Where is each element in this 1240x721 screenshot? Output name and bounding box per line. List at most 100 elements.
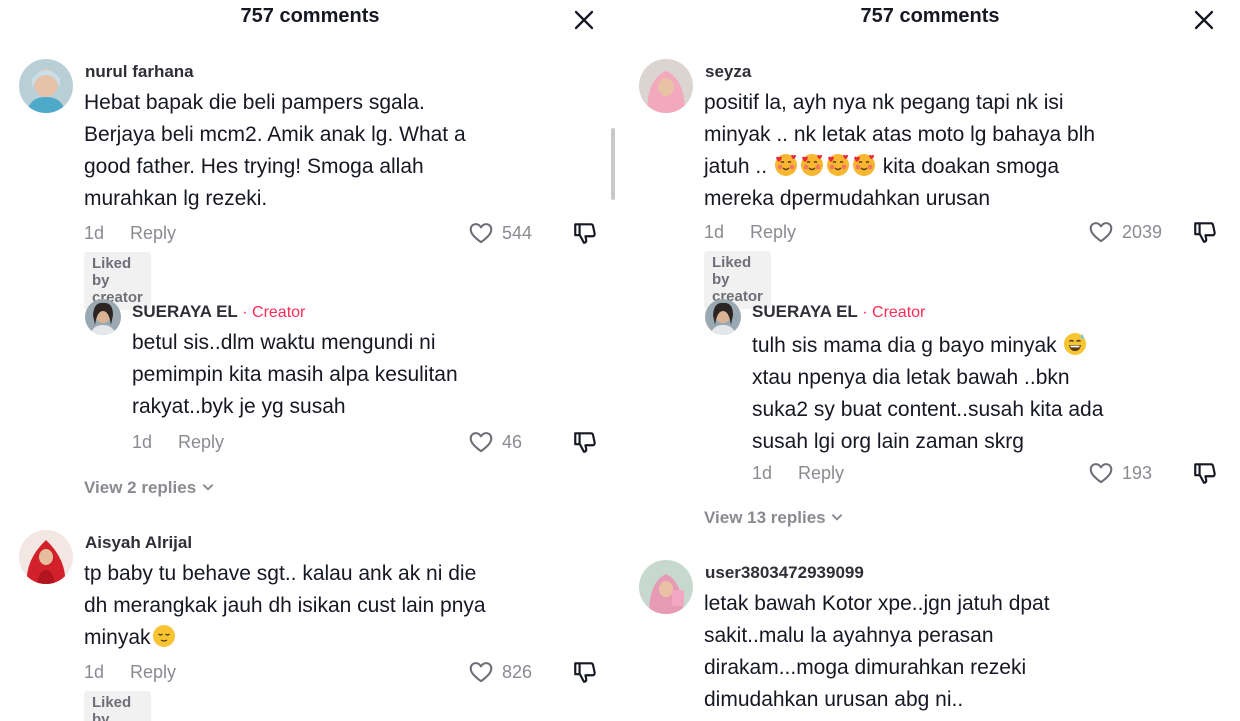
creator-username[interactable]: SUERAYA EL — [752, 302, 858, 321]
avatar[interactable] — [639, 59, 693, 113]
comment-line: betul sis..dlm waktu mengundi ni — [132, 331, 436, 354]
comment-line: minyak — [84, 622, 584, 654]
comment-text: tulh sis mama dia g bayo minyak xtau npe… — [752, 330, 1202, 458]
comment-line: susah lgi org lain zaman skrg — [752, 430, 1024, 453]
reply-button[interactable]: Reply — [130, 223, 176, 243]
comment-line-text: tulh sis mama dia g bayo minyak — [752, 334, 1057, 357]
comment-timestamp: 1d — [132, 432, 153, 452]
smiling-face-with-hearts-emoji — [826, 153, 850, 177]
comment-line: positif la, ayh nya nk pegang tapi nk is… — [704, 91, 1064, 114]
comment-timestamp: 1d — [84, 662, 105, 682]
like-count: 193 — [1122, 462, 1153, 483]
comment-line: good father. Hes trying! Smoga allah — [84, 155, 424, 178]
comment-line: minyak .. nk letak atas moto lg bahaya b… — [704, 123, 1096, 146]
scrollbar[interactable] — [611, 128, 615, 200]
creator-label: · Creator — [242, 304, 306, 321]
reply-button[interactable]: Reply — [178, 432, 224, 452]
comments-count-title: 757 comments — [860, 5, 1000, 27]
comment-text: Hebat bapak die beli pampers sgala. Berj… — [84, 87, 584, 215]
like-button[interactable]: 193 — [1088, 460, 1152, 486]
avatar[interactable] — [19, 530, 73, 584]
comment-line: tp baby tu behave sgt.. kalau ank ak ni … — [84, 562, 477, 585]
like-button[interactable]: 2039 — [1088, 219, 1162, 245]
comment-text: tp baby tu behave sgt.. kalau ank ak ni … — [84, 558, 584, 654]
comments-panel-right: 757 comments seyza positif la, ayh nya n… — [620, 0, 1240, 721]
comment-meta: 1d Reply — [84, 662, 176, 683]
comment-meta: 1d Reply — [84, 223, 176, 244]
comment-meta: 1d Reply — [132, 432, 224, 453]
like-button[interactable]: 46 — [468, 429, 522, 455]
smiling-face-with-hearts-emoji — [800, 153, 824, 177]
smiling-face-with-hearts-emoji — [852, 153, 876, 177]
comment-line: dirakam...moga dimurahkan rezeki — [704, 656, 1027, 679]
like-count: 46 — [502, 431, 523, 452]
creator-label: · Creator — [862, 304, 926, 321]
comment-username[interactable]: Aisyah Alrijal — [85, 533, 192, 553]
comment-line: suka2 sy buat content..susah kita ada — [752, 398, 1104, 421]
thumbs-down-icon[interactable] — [1192, 460, 1218, 486]
liked-by-creator-badge: Liked by creator — [84, 691, 151, 721]
comment-timestamp: 1d — [752, 463, 773, 483]
comment-line: mereka dpermudahkan urusan — [704, 187, 991, 210]
comment-line: xtau npenya dia letak bawah ..bkn — [752, 366, 1070, 389]
comment-line-text: minyak — [84, 626, 151, 649]
like-count: 826 — [502, 661, 533, 682]
thumbs-down-icon[interactable] — [572, 220, 598, 246]
comment-timestamp: 1d — [704, 222, 725, 242]
reply-button[interactable]: Reply — [130, 662, 176, 682]
comment-meta: 1d Reply — [752, 463, 844, 484]
view-replies-label: View 2 replies — [84, 478, 197, 497]
comment-line: rakyat..byk je yg susah — [132, 395, 346, 418]
heart-outline-icon — [1088, 460, 1114, 486]
avatar[interactable] — [639, 560, 693, 614]
view-replies-button[interactable]: View 13 replies — [704, 508, 844, 528]
comment-text: betul sis..dlm waktu mengundi ni pemimpi… — [132, 327, 572, 423]
comment-username[interactable]: user3803472939099 — [705, 563, 864, 583]
thumbs-down-icon[interactable] — [572, 659, 598, 685]
close-icon[interactable] — [1192, 8, 1216, 32]
thumbs-down-icon[interactable] — [572, 429, 598, 455]
comment-line-text: kita doakan smoga — [882, 155, 1060, 178]
avatar[interactable] — [85, 299, 121, 335]
heart-outline-icon — [468, 220, 494, 246]
close-icon[interactable] — [572, 8, 596, 32]
comment-username[interactable]: seyza — [705, 62, 751, 82]
comment-username[interactable]: nurul farhana — [85, 62, 194, 82]
comment-meta: 1d Reply — [704, 222, 796, 243]
relieved-face-emoji — [152, 624, 176, 648]
view-replies-button[interactable]: View 2 replies — [84, 478, 215, 498]
comment-line: dh merangkak jauh dh isikan cust lain pn… — [84, 594, 486, 617]
comment-line-text: jatuh .. — [704, 155, 768, 178]
comment-line: Hebat bapak die beli pampers sgala. — [84, 91, 425, 114]
comment-text: letak bawah Kotor xpe..jgn jatuh dpat sa… — [704, 588, 1204, 716]
avatar[interactable] — [705, 299, 741, 335]
reply-button[interactable]: Reply — [798, 463, 844, 483]
comment-timestamp: 1d — [84, 223, 105, 243]
comment-line: dimudahkan urusan abg ni.. — [704, 688, 964, 711]
reply-button[interactable]: Reply — [750, 222, 796, 242]
like-button[interactable]: 544 — [468, 220, 532, 246]
heart-outline-icon — [468, 659, 494, 685]
creator-username[interactable]: SUERAYA EL — [132, 302, 238, 321]
comments-count-title: 757 comments — [240, 5, 380, 27]
avatar[interactable] — [19, 59, 73, 113]
heart-outline-icon — [468, 429, 494, 455]
comment-line: letak bawah Kotor xpe..jgn jatuh dpat — [704, 592, 1050, 615]
comment-line: sakit..malu la ayahnya perasan — [704, 624, 994, 647]
thumbs-down-icon[interactable] — [1192, 219, 1218, 245]
view-replies-label: View 13 replies — [704, 508, 826, 527]
like-button[interactable]: 826 — [468, 659, 532, 685]
comment-text: positif la, ayh nya nk pegang tapi nk is… — [704, 87, 1204, 215]
comment-line: murahkan lg rezeki. — [84, 187, 268, 210]
comment-line: Berjaya beli mcm2. Amik anak lg. What a — [84, 123, 466, 146]
grinning-face-with-sweat-emoji — [1063, 332, 1087, 356]
chevron-down-icon — [201, 480, 215, 494]
comment-line: jatuh .. kita doakan smoga — [704, 151, 1204, 183]
comment-username: SUERAYA EL · Creator — [132, 302, 305, 322]
comments-panel-left: 757 comments nurul farhana Hebat bapak d… — [0, 0, 620, 721]
comment-line: pemimpin kita masih alpa kesulitan — [132, 363, 458, 386]
like-count: 544 — [502, 222, 533, 243]
chevron-down-icon — [830, 510, 844, 524]
like-count: 2039 — [1122, 221, 1163, 242]
smiling-face-with-hearts-emoji — [774, 153, 798, 177]
